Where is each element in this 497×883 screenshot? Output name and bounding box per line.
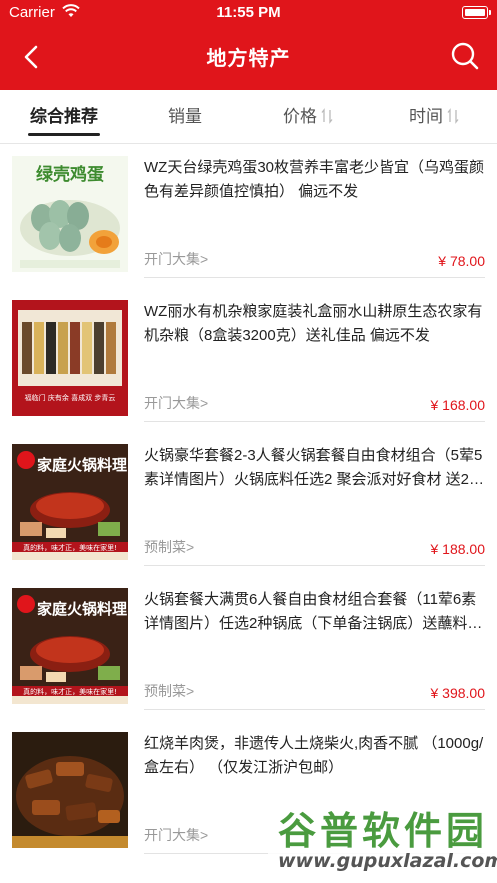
search-icon[interactable] xyxy=(449,40,481,72)
thumb-caption: 绿壳鸡蛋 xyxy=(36,164,104,185)
product-item[interactable]: 家庭火锅料理 真的料，味才正，美味在家里! 火锅套餐大满贯6人餐自由食材组合套餐… xyxy=(0,576,497,720)
product-title[interactable]: 红烧羊肉煲，非遗传人土烧柴火,肉香不腻 （1000g/盒左右） （仅发江浙沪包邮… xyxy=(144,732,485,780)
product-item[interactable]: 福临门 庆有余 喜成双 步青云 WZ丽水有机杂粮家庭装礼盒丽水山耕原生态农家有机… xyxy=(0,288,497,432)
product-price: ¥ 188.00 xyxy=(430,541,486,557)
watermark-url: www.gupuxlazal.com xyxy=(278,850,497,872)
product-image xyxy=(12,732,128,848)
product-image: 家庭火锅料理 真的料，味才正，美味在家里! xyxy=(12,588,128,704)
product-image: 福临门 庆有余 喜成双 步青云 xyxy=(12,300,128,416)
tab-label: 销量 xyxy=(168,107,202,126)
page-title: 地方特产 xyxy=(206,48,291,70)
tab-sales[interactable]: 销量 xyxy=(150,90,220,144)
sort-tabs: 综合推荐 销量 价格 时间 xyxy=(0,90,497,144)
shop-link[interactable]: 开门大集> xyxy=(144,393,208,413)
product-price: ¥ 168.00 xyxy=(430,397,486,413)
product-price: ¥ 78.00 xyxy=(438,253,485,269)
thumb-caption: 家庭火锅料理 xyxy=(37,456,127,474)
product-price: ¥ 398.00 xyxy=(430,685,486,701)
tab-label: 综合推荐 xyxy=(30,107,98,126)
product-item[interactable]: 家庭火锅料理 真的料，味才正，美味在家里! 火锅豪华套餐2-3人餐火锅套餐自由食… xyxy=(0,432,497,576)
tab-time[interactable]: 时间 xyxy=(398,90,470,144)
product-title[interactable]: WZ丽水有机杂粮家庭装礼盒丽水山耕原生态农家有机杂粮（8盒装3200克）送礼佳品… xyxy=(144,300,485,348)
product-list: 绿壳鸡蛋 WZ天台绿壳鸡蛋30枚营养丰富老少皆宜（乌鸡蛋颜色有差异颜值控慎拍） … xyxy=(0,144,497,864)
thumb-slogan: 真的料，味才正，美味在家里! xyxy=(23,687,117,696)
app-header: Carrier 11:55 PM 地方特产 xyxy=(0,0,497,90)
sort-arrows-icon xyxy=(321,108,333,124)
tab-label: 价格 xyxy=(283,107,317,126)
watermark-logo: 谷普软件园 xyxy=(278,809,489,853)
active-tab-indicator xyxy=(28,133,100,136)
status-time: 11:55 PM xyxy=(216,4,281,21)
product-item[interactable]: 绿壳鸡蛋 WZ天台绿壳鸡蛋30枚营养丰富老少皆宜（乌鸡蛋颜色有差异颜值控慎拍） … xyxy=(0,144,497,288)
product-image: 绿壳鸡蛋 xyxy=(12,156,128,272)
shop-link[interactable]: 预制菜> xyxy=(144,681,194,701)
tab-label: 时间 xyxy=(409,107,443,126)
thumb-slogan: 真的料，味才正，美味在家里! xyxy=(23,543,117,552)
shop-link[interactable]: 预制菜> xyxy=(144,537,194,557)
watermark: 谷普软件园 www.gupuxlazal.com xyxy=(268,798,497,883)
thumb-caption: 福临门 庆有余 喜成双 步青云 xyxy=(25,393,116,402)
shop-link[interactable]: 开门大集> xyxy=(144,825,208,845)
product-title[interactable]: 火锅套餐大满贯6人餐自由食材组合套餐（11荤6素详情图片）任选2种锅底（下单备注… xyxy=(144,588,485,636)
product-title[interactable]: WZ天台绿壳鸡蛋30枚营养丰富老少皆宜（乌鸡蛋颜色有差异颜值控慎拍） 偏远不发 xyxy=(144,156,485,204)
thumb-caption: 家庭火锅料理 xyxy=(37,600,127,618)
tab-price[interactable]: 价格 xyxy=(272,90,344,144)
sort-arrows-icon xyxy=(447,108,459,124)
product-title[interactable]: 火锅豪华套餐2-3人餐火锅套餐自由食材组合（5荤5素详情图片）火锅底料任选2 聚… xyxy=(144,444,485,492)
status-bar: Carrier 11:55 PM xyxy=(0,0,497,26)
battery-icon xyxy=(462,6,491,19)
tab-comprehensive[interactable]: 综合推荐 xyxy=(22,90,106,144)
shop-link[interactable]: 开门大集> xyxy=(144,249,208,269)
product-image: 家庭火锅料理 真的料，味才正，美味在家里! xyxy=(12,444,128,560)
